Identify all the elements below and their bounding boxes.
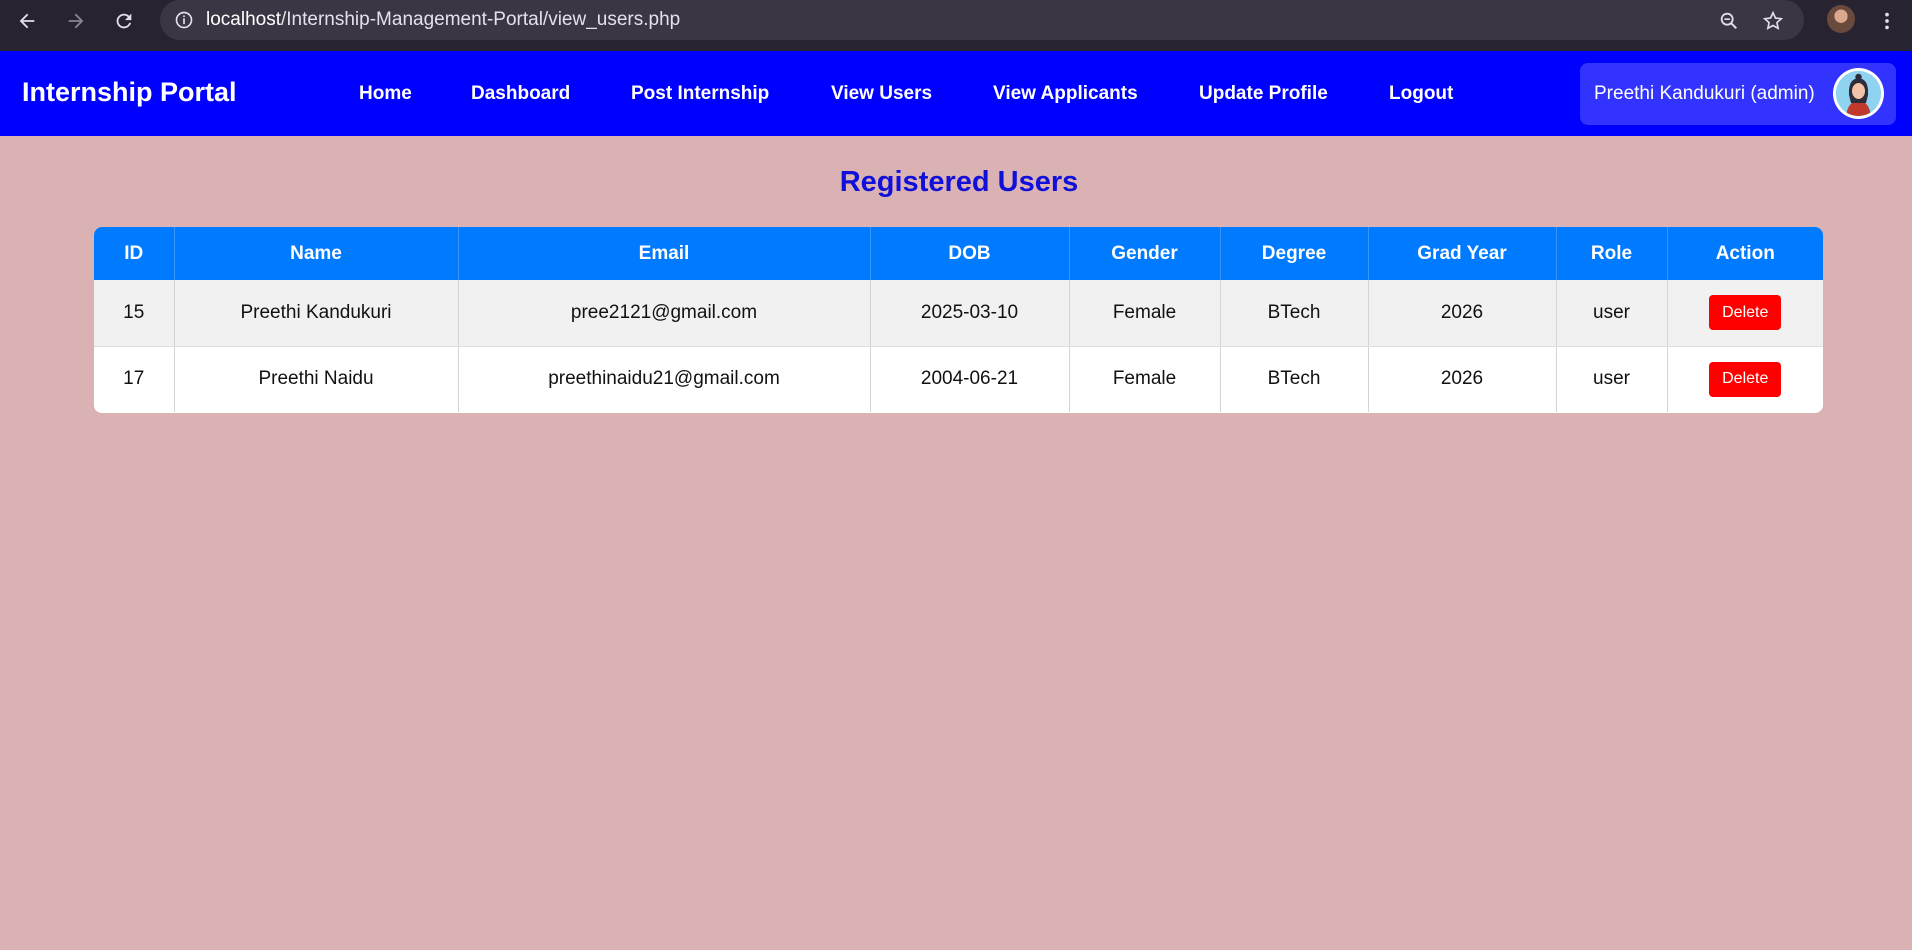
nav-post-internship[interactable]: Post Internship (631, 83, 769, 105)
page-title: Registered Users (839, 166, 1079, 198)
cell-grad-year: 2026 (1368, 346, 1557, 412)
cell-gender: Female (1069, 346, 1221, 412)
site-info-icon[interactable] (172, 8, 196, 32)
users-table: ID Name Email DOB Gender Degree Grad Yea… (94, 227, 1823, 413)
cell-dob: 2025-03-10 (870, 280, 1070, 347)
column-header-email: Email (458, 227, 871, 280)
nav-home[interactable]: Home (359, 83, 412, 105)
cell-name: Preethi Kandukuri (174, 280, 459, 347)
user-profile-box[interactable]: Preethi Kandukuri (admin) (1580, 63, 1896, 125)
user-name-label: Preethi Kandukuri (admin) (1594, 83, 1815, 104)
zoom-icon[interactable] (1714, 6, 1744, 36)
url-path: /Internship-Management-Portal/view_users… (281, 9, 681, 30)
cell-name: Preethi Naidu (174, 346, 459, 412)
column-header-id: ID (94, 227, 175, 280)
column-header-grad-year: Grad Year (1368, 227, 1557, 280)
avatar[interactable] (1833, 68, 1884, 119)
nav-view-applicants[interactable]: View Applicants (993, 83, 1138, 105)
cell-id: 15 (94, 280, 175, 347)
address-bar[interactable]: localhost/Internship-Management-Portal/v… (160, 0, 1804, 40)
cell-id: 17 (94, 346, 175, 412)
cell-action: Delete (1667, 346, 1823, 412)
reload-icon[interactable] (109, 6, 139, 36)
column-header-degree: Degree (1220, 227, 1369, 280)
browser-menu-icon[interactable] (1872, 6, 1902, 36)
back-arrow-icon[interactable] (12, 6, 42, 36)
cell-role: user (1556, 346, 1668, 412)
nav-dashboard[interactable]: Dashboard (471, 83, 570, 105)
column-header-dob: DOB (870, 227, 1070, 280)
nav-update-profile[interactable]: Update Profile (1199, 83, 1328, 105)
nav-view-users[interactable]: View Users (831, 83, 932, 105)
delete-button[interactable]: Delete (1709, 361, 1782, 397)
browser-toolbar: localhost/Internship-Management-Portal/v… (0, 0, 1912, 51)
cell-grad-year: 2026 (1368, 280, 1557, 347)
address-url: localhost/Internship-Management-Portal/v… (206, 9, 680, 31)
cell-degree: BTech (1220, 280, 1369, 347)
site-header: Internship Portal Home Dashboard Post In… (0, 51, 1912, 136)
nav-logout[interactable]: Logout (1389, 83, 1453, 105)
cell-gender: Female (1069, 280, 1221, 347)
cell-degree: BTech (1220, 346, 1369, 412)
column-header-action: Action (1667, 227, 1823, 280)
cell-dob: 2004-06-21 (870, 346, 1070, 412)
cell-action: Delete (1667, 280, 1823, 347)
table-row: 15 Preethi Kandukuri pree2121@gmail.com … (94, 280, 1823, 347)
cell-email: preethinaidu21@gmail.com (458, 346, 871, 412)
browser-profile-avatar[interactable] (1827, 5, 1855, 33)
bookmark-star-icon[interactable] (1758, 6, 1788, 36)
column-header-gender: Gender (1069, 227, 1221, 280)
brand-logo-text[interactable]: Internship Portal (22, 77, 237, 108)
delete-button[interactable]: Delete (1709, 295, 1782, 331)
user-avatar-icon (1836, 71, 1881, 116)
table-header-row: ID Name Email DOB Gender Degree Grad Yea… (94, 227, 1823, 280)
column-header-name: Name (174, 227, 459, 280)
cell-role: user (1556, 280, 1668, 347)
cell-email: pree2121@gmail.com (458, 280, 871, 347)
forward-arrow-icon[interactable] (61, 6, 91, 36)
column-header-role: Role (1556, 227, 1668, 280)
url-host: localhost (206, 9, 281, 30)
table-row: 17 Preethi Naidu preethinaidu21@gmail.co… (94, 346, 1823, 412)
